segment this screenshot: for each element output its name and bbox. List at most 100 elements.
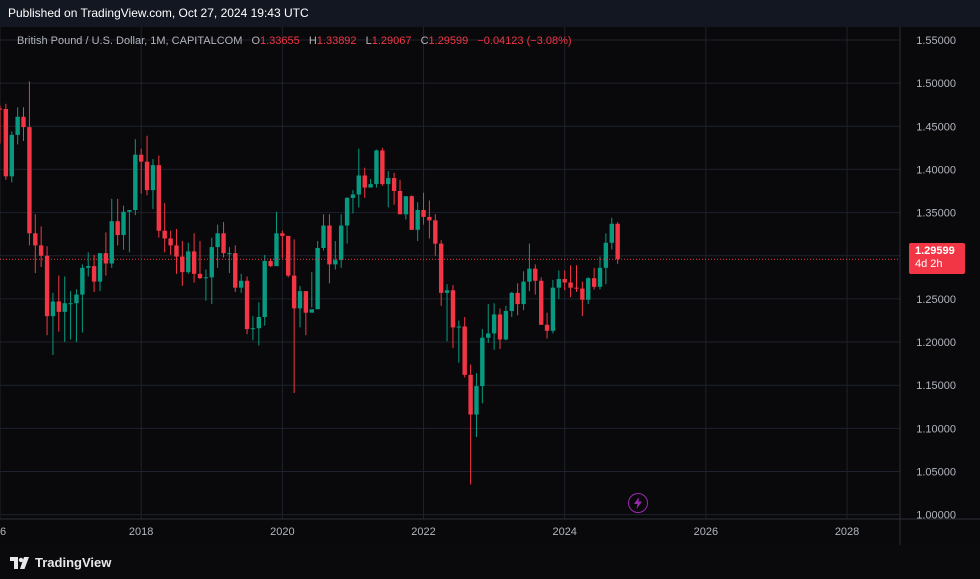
candle-body — [56, 301, 61, 312]
candle-body — [103, 253, 109, 264]
published-text: Published on TradingView.com, Oct 27, 20… — [8, 6, 309, 20]
candle-body — [509, 292, 514, 311]
y-tick-label: 1.55000 — [916, 35, 956, 47]
candle-body — [286, 235, 291, 276]
candle-body — [591, 278, 597, 287]
x-tick-label: 2026 — [694, 526, 718, 538]
candle-body — [256, 317, 262, 329]
y-tick-label: 1.00000 — [916, 510, 956, 522]
candle-body — [162, 230, 167, 239]
high-value: 1.33892 — [316, 35, 357, 47]
published-header: Published on TradingView.com, Oct 27, 20… — [0, 0, 980, 27]
candle-body — [121, 211, 126, 236]
candle-body — [74, 294, 79, 304]
open-value: 1.33655 — [260, 35, 300, 47]
y-tick-label: 1.05000 — [916, 467, 956, 479]
candle-body — [562, 279, 567, 283]
candle-body — [0, 108, 3, 110]
y-tick-label: 1.15000 — [916, 380, 956, 392]
candle-body — [274, 233, 279, 267]
last-price-tag: 1.29599 4d 2h — [909, 243, 965, 274]
candle-body — [486, 333, 491, 338]
footer: TradingView — [0, 545, 980, 579]
candle-body — [244, 280, 250, 330]
candle-body — [38, 245, 44, 256]
symbol-title: British Pound / U.S. Dollar, 1M, CAPITAL… — [17, 35, 243, 47]
candle-body — [397, 191, 403, 215]
candle-body — [374, 150, 379, 185]
brand[interactable]: TradingView — [10, 555, 111, 570]
candle-body — [356, 175, 361, 195]
candle-body — [603, 242, 609, 268]
y-tick-label: 1.10000 — [916, 423, 956, 435]
candle-body — [168, 238, 173, 246]
bar-countdown: 4d 2h — [915, 258, 943, 270]
chart-area[interactable]: 1.550001.500001.450001.400001.350001.300… — [0, 27, 980, 545]
candlestick-chart[interactable]: 1.550001.500001.450001.400001.350001.300… — [0, 27, 980, 545]
candle-body — [33, 233, 38, 246]
ohlc-legend: British Pound / U.S. Dollar, 1M, CAPITAL… — [17, 35, 572, 47]
candle-body — [215, 233, 220, 248]
candle-body — [303, 291, 309, 313]
candle-body — [21, 116, 26, 128]
candle-body — [115, 221, 120, 236]
candle-body — [221, 233, 226, 254]
brand-name: TradingView — [35, 555, 112, 570]
candle-body — [27, 127, 32, 234]
candle-body — [433, 220, 438, 244]
lightning-icon[interactable] — [628, 493, 648, 513]
candle-body — [233, 253, 238, 288]
candle-body — [138, 154, 144, 162]
candle-body — [3, 109, 9, 177]
y-tick-label: 1.35000 — [916, 208, 956, 220]
candle-body — [550, 287, 556, 331]
candle-body — [615, 223, 620, 260]
last-price-value: 1.29599 — [915, 245, 955, 257]
candle-body — [68, 303, 73, 305]
candle-body — [291, 275, 297, 309]
y-tick-label: 1.25000 — [916, 294, 956, 306]
close-label: C — [420, 35, 429, 47]
candle-body — [350, 194, 356, 198]
candle-body — [527, 268, 532, 282]
candle-body — [568, 282, 573, 288]
candle-body — [62, 303, 67, 312]
candle-body — [333, 260, 338, 265]
candle-body — [262, 260, 267, 318]
candle-body — [580, 288, 585, 300]
candle-body — [80, 267, 85, 295]
candle-body — [544, 324, 550, 331]
candle-body — [280, 233, 285, 236]
x-tick-label: 16 — [0, 526, 6, 538]
open-label: O — [251, 35, 260, 47]
candle-body — [109, 221, 114, 264]
candle-body — [250, 328, 256, 330]
candle-body — [50, 301, 56, 317]
candle-body — [444, 290, 450, 293]
candle-body — [515, 292, 520, 305]
candle-body — [491, 314, 497, 334]
y-tick-label: 1.50000 — [916, 78, 956, 90]
candle-body — [203, 277, 209, 279]
candle-body — [380, 150, 385, 185]
candle-body — [597, 267, 603, 287]
candle-body — [9, 134, 14, 177]
candle-body — [586, 278, 591, 300]
candle-body — [521, 281, 526, 305]
candle-body — [209, 247, 214, 278]
candle-body — [156, 165, 162, 231]
candle-body — [386, 178, 391, 185]
candle-body — [409, 196, 414, 230]
low-value: 1.29067 — [371, 35, 412, 47]
candle-body — [133, 154, 138, 210]
high-label: H — [308, 35, 317, 47]
candle-body — [309, 309, 314, 313]
candle-body — [239, 280, 244, 288]
candle-body — [456, 326, 462, 328]
candle-body — [468, 374, 473, 415]
candle-body — [97, 253, 103, 282]
candle-body — [227, 253, 232, 255]
candle-body — [474, 386, 479, 415]
candle-body — [186, 251, 191, 273]
candle-body — [462, 326, 467, 375]
